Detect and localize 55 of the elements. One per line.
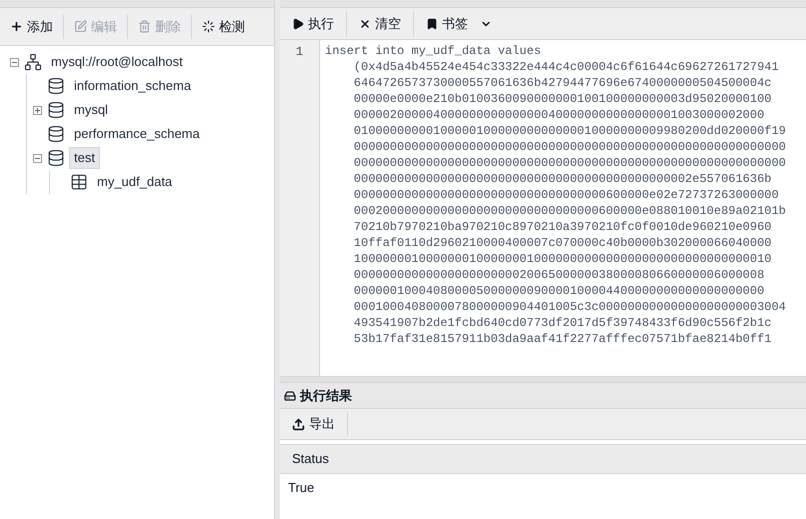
close-icon [359,18,371,30]
code-line: 6464726573730000557061636b42794477696e6740000000504500004c [352,75,772,91]
code-line: 0001000408000078000000904401005c3c00000000000000000000003004 [352,299,786,315]
code-editor[interactable] [280,40,806,376]
expand-toggle[interactable] [32,106,42,114]
database-icon [47,149,65,167]
toolbar-button[interactable]: 执行 [284,10,342,38]
code-line: 00000000000000000000000000000000000000000000002e557061636b [352,171,772,187]
table-cell-text: True [288,479,314,498]
bookmark-icon [426,18,438,30]
code-line: (0x4d5a4b45524e454c33322e444c4c00004c6f61644c69627261727941 [352,59,780,75]
upload-icon [292,418,305,430]
code-line: 00000000000000000000000000000000000600000e02e72737263000000 [352,187,780,203]
toolbar-button[interactable]: 书签 [418,10,500,38]
collapse-toggle[interactable] [10,58,18,66]
code-line: 0002000000000000000000000000000000600000e088010010e89a02101b [352,203,786,219]
code-line: 70210b7970210ba970210c8970210a3970210fc0f0010de960210e0960 [352,219,772,235]
code-line: 000002000004000000000000000400000000000000001003000002000 [352,107,766,123]
play-icon [292,18,304,30]
pencil-icon [74,20,87,33]
code-line: 000000000000000000000002006500000038000080660000006000008 [352,267,766,283]
code-line: 53b17faf31e8157911b03da9aaf41f2277afffec07571bfae8214b0ff1 [352,331,772,347]
tree-item[interactable]: test [69,147,100,169]
line-number: 1 [296,44,304,59]
tree-item[interactable]: mysql://root@localhost [46,51,188,73]
tree-item[interactable]: information_schema [69,75,196,97]
trash-icon [138,20,151,33]
collapse-toggle[interactable] [32,154,42,162]
horizontal-scrollbar[interactable] [280,376,806,383]
panel-title: 执行结果 [300,386,352,405]
database-icon [47,101,65,119]
code-line: 1000000010000000100000001000000000000000000000000000000010 [352,251,772,267]
code-line: 493541907b2de1fcbd640cd0773df2017d5f39748433f6d90c556f2b1c [352,315,772,331]
code-line: 000000000000000000000000000000000000000000000000000000000000 [352,155,786,171]
drive-icon [284,390,296,402]
toolbar-button[interactable]: 添加 [4,12,59,40]
network-icon [24,53,42,71]
tree-item[interactable]: mysql [69,99,113,121]
code-line: 000000100040800005000000090000100004400000000000000000000 [352,283,766,299]
export-button[interactable]: 导出 [284,410,343,438]
toolbar-button[interactable]: 清空 [351,10,409,38]
tree-item[interactable]: performance_schema [69,123,205,145]
database-icon [47,125,65,143]
code-line: insert into my_udf_data values [325,43,542,59]
database-icon [47,77,65,95]
tree-item[interactable]: my_udf_data [92,171,178,193]
table-icon [70,173,88,191]
code-line: 000000000000000000000000000000000000000000000000000000000000 [352,139,786,155]
column-header: Status [292,450,329,468]
spinner-icon [202,20,215,33]
code-line: 10ffaf0110d2960210000400007c070000c40b0000b302000066040000 [352,235,772,251]
plus-icon [10,20,23,33]
code-line: 0100000000010000010000000000000010000000009980200dd020000f19 [352,123,786,139]
code-line: 00000e0000e210b0100360090000000100100000000003d95020000100 [352,91,772,107]
toolbar-button[interactable]: 检测 [196,12,251,40]
